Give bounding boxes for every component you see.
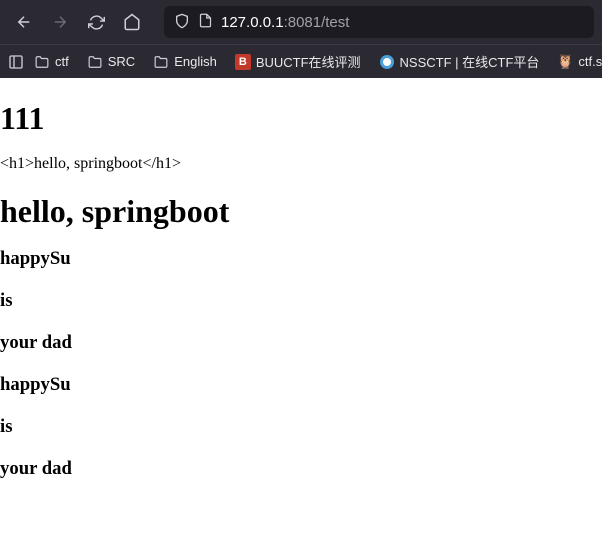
forward-button[interactable] bbox=[44, 6, 76, 38]
page-icon bbox=[198, 13, 213, 31]
folder-icon bbox=[34, 55, 50, 69]
text-line: happySu bbox=[0, 374, 602, 396]
text-line: your dad bbox=[0, 458, 602, 480]
bookmark-folder-ctf[interactable]: ctf bbox=[26, 50, 77, 73]
heading-hello: hello, springboot bbox=[0, 193, 602, 230]
text-line: your dad bbox=[0, 332, 602, 354]
text-line: is bbox=[0, 416, 602, 438]
home-button[interactable] bbox=[116, 6, 148, 38]
reload-button[interactable] bbox=[80, 6, 112, 38]
url-path: :8081/test bbox=[284, 14, 350, 31]
bookmark-link-nssctf[interactable]: NSSCTF | 在线CTF平台 bbox=[371, 48, 548, 75]
url-text: 127.0.0.1:8081/test bbox=[221, 14, 349, 31]
bookmark-label: ctf bbox=[55, 54, 69, 69]
folder-icon bbox=[87, 55, 103, 69]
back-button[interactable] bbox=[8, 6, 40, 38]
bookmark-label: ctf.sho bbox=[578, 54, 602, 69]
bookmark-folder-src[interactable]: SRC bbox=[79, 50, 143, 73]
bookmark-folder-english[interactable]: English bbox=[145, 50, 225, 73]
bookmark-link-ctfshow[interactable]: 🦉 ctf.sho bbox=[549, 50, 602, 74]
favicon-icon bbox=[379, 54, 395, 70]
page-content: 111 <h1>hello, springboot</h1> hello, sp… bbox=[0, 100, 602, 480]
browser-toolbar: 127.0.0.1:8081/test bbox=[0, 0, 602, 44]
folder-icon bbox=[153, 55, 169, 69]
shield-icon bbox=[174, 13, 190, 32]
bookmarks-bar: ctf SRC English B BUUCTF在线评测 NSSCTF | 在线… bbox=[0, 44, 602, 78]
bookmark-label: BUUCTF在线评测 bbox=[256, 52, 361, 71]
heading-111: 111 bbox=[0, 100, 602, 137]
sidebar-toggle-icon[interactable] bbox=[8, 48, 24, 76]
bookmark-label: SRC bbox=[108, 54, 135, 69]
address-bar[interactable]: 127.0.0.1:8081/test bbox=[164, 6, 594, 38]
text-line: happySu bbox=[0, 248, 602, 270]
escaped-html-text: <h1>hello, springboot</h1> bbox=[0, 155, 602, 173]
bookmark-link-buuctf[interactable]: B BUUCTF在线评测 bbox=[227, 48, 369, 75]
bookmark-label: NSSCTF | 在线CTF平台 bbox=[400, 52, 540, 71]
favicon-icon: 🦉 bbox=[557, 54, 573, 70]
url-host: 127.0.0.1 bbox=[221, 14, 284, 31]
text-line: is bbox=[0, 290, 602, 312]
favicon-icon: B bbox=[235, 54, 251, 70]
bookmark-label: English bbox=[174, 54, 217, 69]
